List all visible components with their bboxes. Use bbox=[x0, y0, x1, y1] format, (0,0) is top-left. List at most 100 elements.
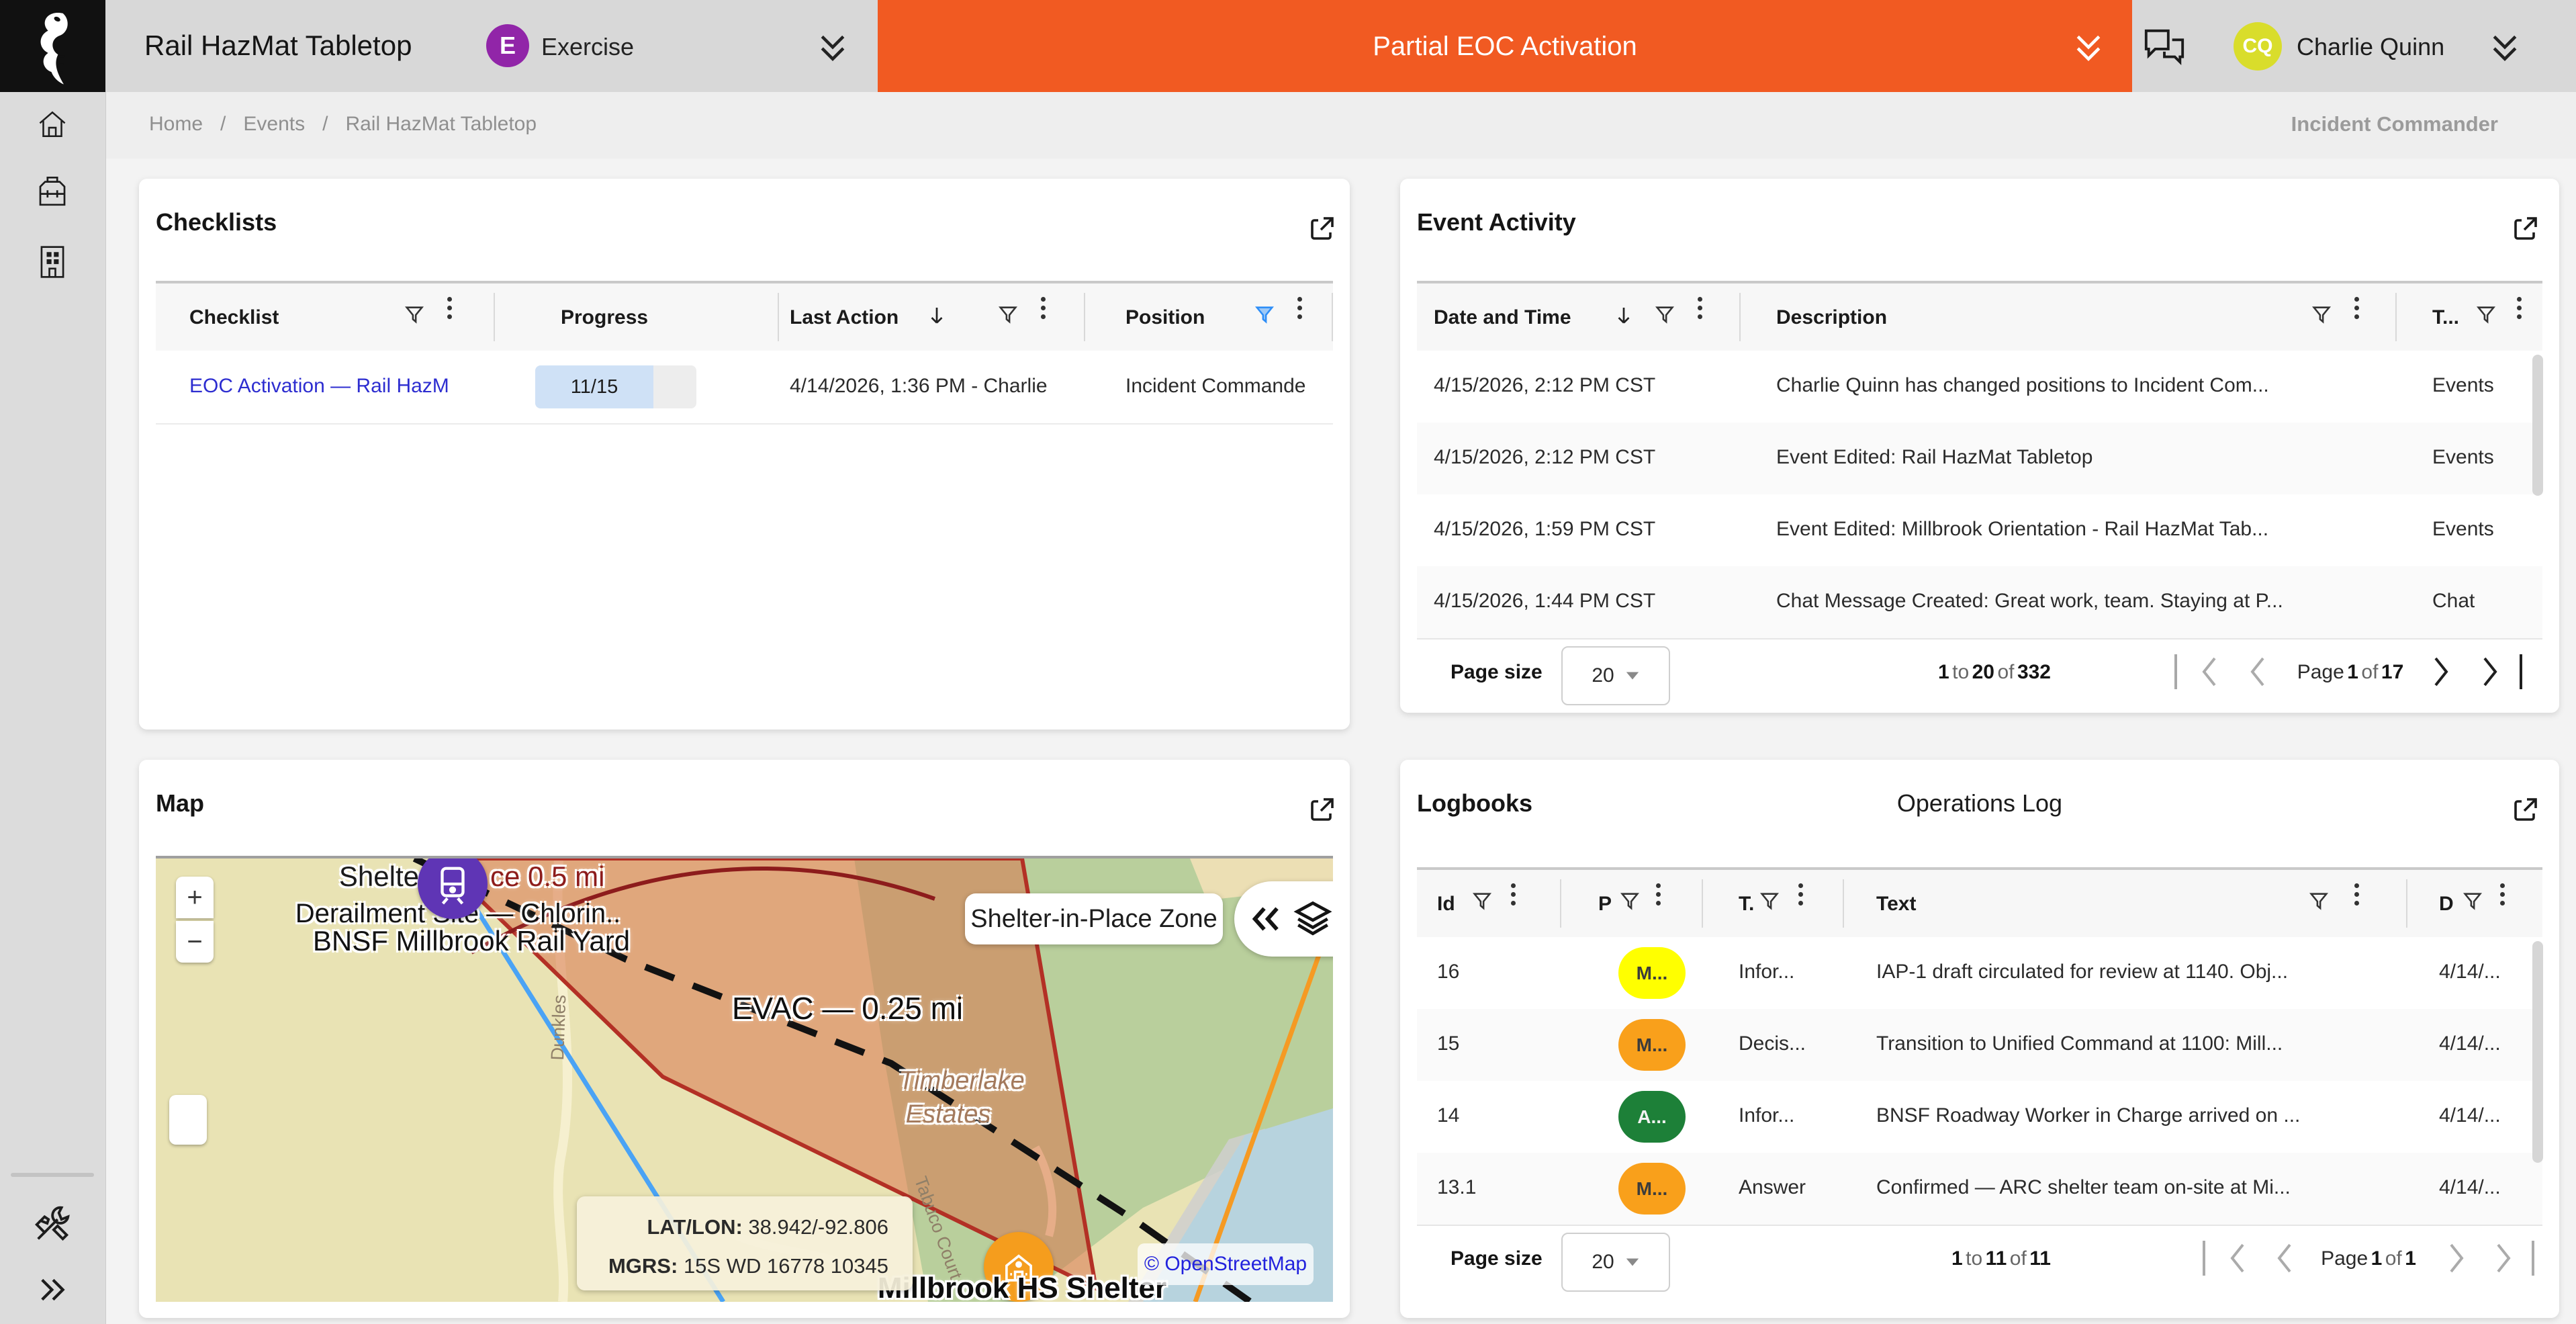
event-activity-expand-icon[interactable] bbox=[2510, 212, 2542, 245]
kebab-icon[interactable] bbox=[1798, 883, 1803, 888]
app-logo[interactable] bbox=[0, 0, 105, 92]
map-control-box[interactable] bbox=[169, 1095, 207, 1145]
caret-down-icon bbox=[1625, 670, 1640, 681]
col-progress[interactable]: Progress bbox=[561, 308, 648, 328]
kebab-icon[interactable] bbox=[2354, 883, 2359, 888]
first-page-bar[interactable] bbox=[2203, 1241, 2205, 1276]
kebab-icon[interactable] bbox=[1511, 883, 1516, 888]
event-switcher-chevron-icon[interactable] bbox=[814, 30, 852, 67]
snake-logo-icon bbox=[24, 7, 82, 86]
col-date[interactable]: D bbox=[2439, 894, 2454, 914]
breadcrumb-home[interactable]: Home bbox=[149, 114, 203, 134]
toolbox-icon[interactable] bbox=[33, 173, 72, 210]
collapse-icon[interactable] bbox=[1249, 900, 1284, 938]
filter-icon[interactable] bbox=[2461, 890, 2484, 913]
filter-icon[interactable] bbox=[1618, 890, 1641, 913]
zoom-in-button[interactable]: + bbox=[176, 877, 214, 918]
user-avatar[interactable]: CQ bbox=[2234, 22, 2282, 71]
event-date: 4/15/2026, 1:59 PM CST bbox=[1434, 519, 1655, 539]
first-page-chevron-icon[interactable] bbox=[2196, 654, 2223, 689]
last-page-bar[interactable] bbox=[2520, 654, 2522, 689]
filter-icon[interactable] bbox=[1758, 890, 1781, 913]
breadcrumb-events[interactable]: Events bbox=[243, 114, 305, 134]
first-page-bar[interactable] bbox=[2174, 654, 2177, 689]
kebab-icon[interactable] bbox=[2500, 883, 2505, 888]
logbook-row[interactable]: 15 M... Decis... Transition to Unified C… bbox=[1417, 1009, 2542, 1082]
col-id[interactable]: Id bbox=[1437, 894, 1455, 914]
logbook-row[interactable]: 16 M... Infor... IAP-1 draft circulated … bbox=[1417, 937, 2542, 1010]
chat-icon[interactable] bbox=[2142, 26, 2187, 70]
checklists-expand-icon[interactable] bbox=[1306, 212, 1338, 245]
col-date-time[interactable]: Date and Time bbox=[1434, 308, 1571, 328]
filter-icon[interactable] bbox=[1471, 890, 1493, 913]
sort-desc-icon[interactable] bbox=[925, 304, 949, 328]
last-page-chevron-icon[interactable] bbox=[2490, 1241, 2517, 1276]
street-label: Dunkles bbox=[549, 995, 569, 1061]
col-type[interactable]: T. bbox=[1739, 894, 1754, 914]
home-icon[interactable] bbox=[34, 106, 71, 142]
user-menu-chevron-icon[interactable] bbox=[2486, 30, 2524, 67]
layers-icon[interactable] bbox=[1293, 899, 1332, 938]
col-text[interactable]: Text bbox=[1876, 894, 1916, 914]
event-description: Event Edited: Millbrook Orientation - Ra… bbox=[1776, 519, 2381, 539]
sort-desc-icon[interactable] bbox=[1612, 304, 1636, 328]
zoom-out-button[interactable]: − bbox=[176, 921, 214, 963]
filter-icon[interactable] bbox=[997, 304, 1019, 326]
scrollbar[interactable] bbox=[2532, 941, 2543, 1163]
col-last-action[interactable]: Last Action bbox=[790, 308, 899, 328]
filter-icon[interactable] bbox=[2310, 304, 2333, 326]
checklist-row[interactable]: EOC Activation — Rail HazM 11/15 4/14/20… bbox=[156, 351, 1333, 425]
last-page-chevron-icon[interactable] bbox=[2477, 654, 2503, 689]
kebab-icon[interactable] bbox=[1041, 297, 1046, 302]
page-indicator: Page 1 of 17 bbox=[2283, 662, 2418, 682]
kebab-icon[interactable] bbox=[2517, 297, 2522, 302]
zone-toggle-pill[interactable]: Shelter-in-Place Zone bbox=[965, 893, 1223, 944]
next-page-chevron-icon[interactable] bbox=[2443, 1241, 2470, 1276]
scrollbar[interactable] bbox=[2532, 355, 2543, 496]
map-expand-icon[interactable] bbox=[1306, 793, 1338, 826]
openstreetmap-link[interactable]: © OpenStreetMap bbox=[1144, 1254, 1307, 1274]
event-row[interactable]: 4/15/2026, 2:12 PM CST Event Edited: Rai… bbox=[1417, 423, 2542, 496]
prev-page-chevron-icon[interactable] bbox=[2244, 654, 2271, 689]
logbooks-expand-icon[interactable] bbox=[2510, 793, 2542, 826]
activation-banner[interactable]: Partial EOC Activation bbox=[878, 0, 2132, 92]
col-type[interactable]: T... bbox=[2432, 308, 2459, 328]
next-page-chevron-icon[interactable] bbox=[2428, 654, 2454, 689]
kebab-icon[interactable] bbox=[1656, 883, 1661, 888]
filter-icon[interactable] bbox=[2475, 304, 2497, 326]
col-position[interactable]: Position bbox=[1125, 308, 1205, 328]
kebab-icon[interactable] bbox=[2354, 297, 2359, 302]
filter-icon[interactable] bbox=[403, 304, 426, 326]
event-row[interactable]: 4/15/2026, 1:44 PM CST Chat Message Crea… bbox=[1417, 566, 2542, 639]
logbook-row[interactable]: 14 A... Infor... BNSF Roadway Worker in … bbox=[1417, 1081, 2542, 1154]
banner-chevron-icon[interactable] bbox=[2070, 30, 2107, 67]
kebab-icon[interactable] bbox=[1698, 297, 1702, 302]
last-page-bar[interactable] bbox=[2532, 1241, 2534, 1276]
logbook-row[interactable]: 13.1 M... Answer Confirmed — ARC shelter… bbox=[1417, 1153, 2542, 1226]
user-name: Charlie Quinn bbox=[2297, 35, 2444, 59]
page-size-select[interactable]: 20 bbox=[1561, 646, 1670, 705]
filter-active-icon[interactable] bbox=[1253, 304, 1276, 326]
filter-icon[interactable] bbox=[1653, 304, 1676, 326]
checklist-link[interactable]: EOC Activation — Rail HazM bbox=[189, 376, 449, 396]
logbooks-pagination: Page size 20 1 to 11 of 11 Page 1 of 1 bbox=[1417, 1225, 2542, 1293]
page-size-select[interactable]: 20 bbox=[1561, 1233, 1670, 1292]
railyard-label: BNSF Millbrook Rail Yard bbox=[216, 927, 727, 955]
kebab-icon[interactable] bbox=[447, 297, 452, 302]
event-row[interactable]: 4/15/2026, 1:59 PM CST Event Edited: Mil… bbox=[1417, 494, 2542, 568]
event-row[interactable]: 4/15/2026, 2:12 PM CST Charlie Quinn has… bbox=[1417, 351, 2542, 424]
map-viewport[interactable]: Dunkles Tabuco Court nion Shelte ce 0.5 … bbox=[156, 858, 1333, 1302]
col-description[interactable]: Description bbox=[1776, 308, 1887, 328]
page-size-label: Page size bbox=[1451, 662, 1543, 682]
col-checklist[interactable]: Checklist bbox=[189, 308, 279, 328]
filter-icon[interactable] bbox=[2307, 890, 2330, 913]
prev-page-chevron-icon[interactable] bbox=[2271, 1241, 2298, 1276]
first-page-chevron-icon[interactable] bbox=[2224, 1241, 2251, 1276]
log-id: 14 bbox=[1437, 1106, 1459, 1126]
logbooks-panel: Logbooks Operations Log Id P T. Text D bbox=[1400, 760, 2559, 1318]
kebab-icon[interactable] bbox=[1297, 297, 1302, 302]
col-priority[interactable]: P bbox=[1598, 894, 1612, 914]
admin-tools-icon[interactable] bbox=[32, 1204, 73, 1245]
expand-sidebar-icon[interactable] bbox=[36, 1272, 71, 1307]
building-icon[interactable] bbox=[36, 243, 69, 281]
